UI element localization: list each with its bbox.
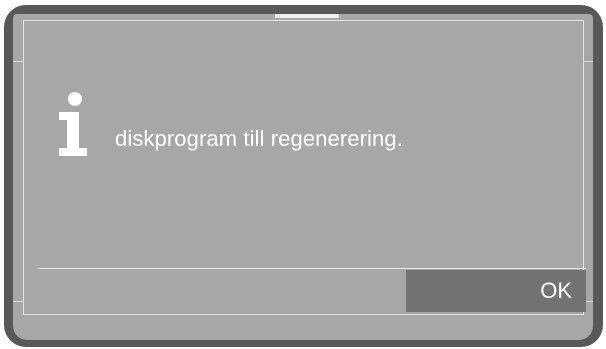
frame-tick xyxy=(583,61,593,62)
footer-empty-area xyxy=(38,270,406,312)
top-indicator xyxy=(275,14,339,18)
frame-tick xyxy=(13,301,23,302)
footer-divider xyxy=(38,268,586,269)
device-frame: diskprogram till regenerering. OK xyxy=(4,5,603,347)
ok-button[interactable]: OK xyxy=(406,270,586,312)
info-icon xyxy=(59,92,87,156)
dialog-message: diskprogram till regenerering. xyxy=(115,126,403,151)
display-screen: diskprogram till regenerering. OK xyxy=(13,14,593,340)
frame-tick xyxy=(13,61,23,62)
